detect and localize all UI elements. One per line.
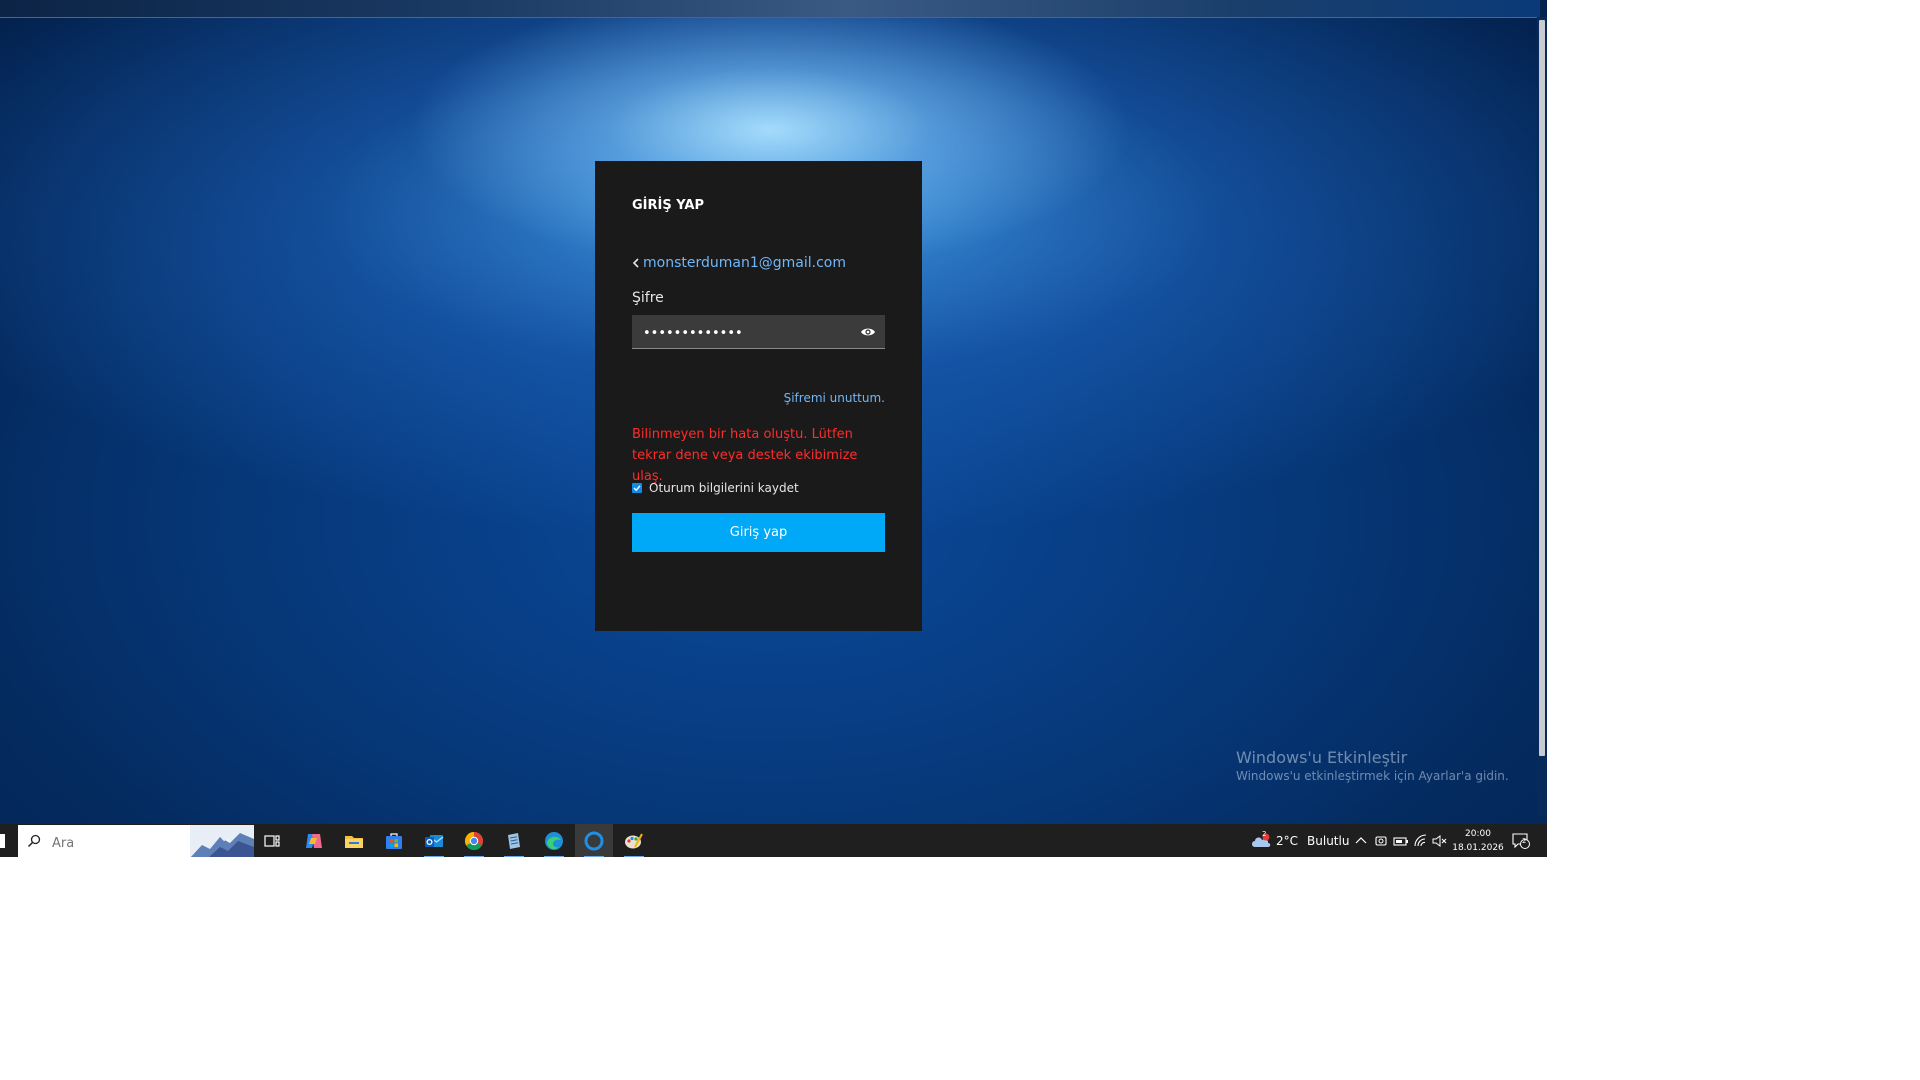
search-icon bbox=[27, 834, 41, 848]
account-email: monsterduman1@gmail.com bbox=[643, 255, 846, 271]
weather-temp: 2°C bbox=[1276, 834, 1299, 848]
remember-checkbox[interactable] bbox=[632, 483, 642, 493]
forgot-password-link[interactable]: Şifremi unuttum. bbox=[784, 391, 885, 405]
notepad-button[interactable] bbox=[495, 824, 533, 857]
error-message: Bilinmeyen bir hata oluştu. Lütfen tekra… bbox=[632, 427, 858, 484]
file-explorer-icon bbox=[345, 836, 363, 848]
speaker-muted-icon[interactable] bbox=[1432, 834, 1448, 848]
microsoft-store-icon bbox=[386, 833, 402, 849]
running-indicator bbox=[464, 856, 484, 857]
taskbar-search[interactable] bbox=[18, 825, 254, 857]
remember-label: Oturum bilgilerini kaydet bbox=[649, 481, 799, 495]
game-launcher-button[interactable] bbox=[575, 824, 613, 857]
running-indicator bbox=[504, 856, 524, 857]
wifi-icon[interactable] bbox=[1413, 834, 1429, 848]
battery-icon[interactable] bbox=[1393, 834, 1409, 848]
chevron-left-icon bbox=[632, 258, 639, 268]
login-title: GİRİŞ YAP bbox=[632, 198, 705, 213]
clock-time: 20:00 bbox=[1465, 829, 1491, 839]
eye-icon[interactable] bbox=[860, 326, 876, 338]
edge-button[interactable] bbox=[535, 824, 573, 857]
chrome-icon bbox=[464, 832, 484, 851]
clock-date: 18.01.2026 bbox=[1452, 843, 1504, 853]
login-button[interactable]: Giriş yap bbox=[632, 513, 885, 552]
checkmark-icon bbox=[633, 485, 641, 492]
file-explorer-button[interactable] bbox=[335, 824, 373, 857]
password-label: Şifre bbox=[632, 290, 664, 306]
chevron-up-icon[interactable] bbox=[1354, 834, 1368, 848]
notification-count: 2 bbox=[1522, 837, 1527, 845]
password-input[interactable] bbox=[641, 323, 845, 343]
search-input[interactable] bbox=[50, 833, 174, 853]
outlook-icon bbox=[425, 835, 444, 847]
copilot-icon bbox=[306, 834, 322, 848]
cloud-icon bbox=[1252, 833, 1271, 847]
scrollbar-thumb[interactable] bbox=[1539, 20, 1545, 756]
running-indicator bbox=[624, 856, 644, 857]
notepad-icon bbox=[508, 833, 520, 849]
copilot-button[interactable] bbox=[295, 824, 333, 857]
window-title-bar bbox=[0, 0, 1540, 18]
weather-widget[interactable]: 2 2°C Bulutlu bbox=[1250, 824, 1349, 857]
start-button[interactable] bbox=[0, 834, 5, 848]
password-field[interactable] bbox=[632, 315, 885, 349]
running-indicator bbox=[424, 856, 444, 857]
running-indicator bbox=[544, 856, 564, 857]
account-back-link[interactable]: monsterduman1@gmail.com bbox=[632, 255, 846, 271]
paint-button[interactable] bbox=[615, 824, 653, 857]
weather-badge: 2 bbox=[1262, 830, 1267, 838]
login-panel: GİRİŞ YAP monsterduman1@gmail.com Şifre … bbox=[595, 161, 922, 631]
taskbar-clock[interactable]: 20:00 18.01.2026 bbox=[1452, 827, 1504, 855]
weather-desc: Bulutlu bbox=[1307, 834, 1350, 848]
chrome-button[interactable] bbox=[455, 824, 493, 857]
paint-icon bbox=[625, 833, 643, 849]
desktop-window: GİRİŞ YAP monsterduman1@gmail.com Şifre … bbox=[0, 0, 1547, 857]
task-view-button[interactable] bbox=[253, 824, 291, 857]
system-tray bbox=[1354, 824, 1448, 857]
task-view-icon bbox=[264, 835, 280, 847]
microsoft-store-button[interactable] bbox=[375, 824, 413, 857]
activation-title: Windows'u Etkinleştir bbox=[1236, 748, 1408, 767]
activation-subtitle: Windows'u etkinleştirmek için Ayarlar'a … bbox=[1236, 769, 1509, 783]
notification-icon bbox=[1512, 833, 1530, 849]
running-indicator bbox=[584, 856, 604, 857]
notification-center-button[interactable]: 2 bbox=[1512, 824, 1530, 857]
edge-icon bbox=[545, 832, 563, 850]
meet-icon[interactable] bbox=[1374, 834, 1388, 848]
taskbar: 2 2°C Bulutlu bbox=[0, 824, 1547, 857]
remember-session[interactable]: Oturum bilgilerini kaydet bbox=[632, 481, 799, 495]
activation-watermark: Windows'u Etkinleştir Windows'u etkinleş… bbox=[1236, 748, 1509, 783]
search-highlight-image bbox=[190, 825, 254, 857]
game-launcher-icon bbox=[584, 831, 604, 851]
outlook-button[interactable] bbox=[415, 824, 453, 857]
